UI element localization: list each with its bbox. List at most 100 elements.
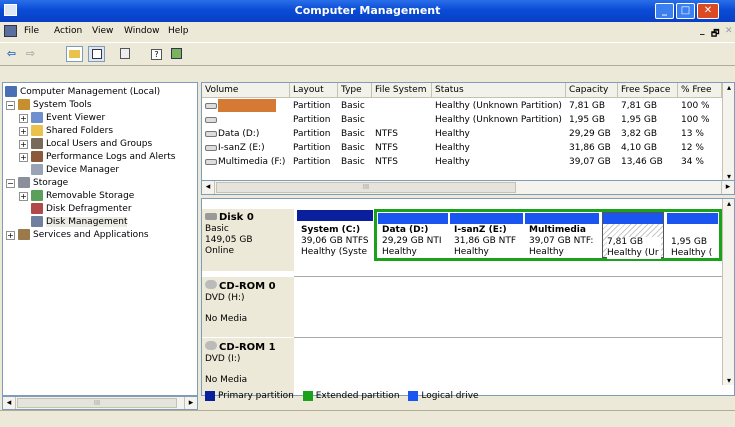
minimize-button[interactable]: _ [655, 3, 674, 19]
drive-icon [205, 144, 217, 151]
partition-i-sanz-e[interactable]: I-sanZ (E:) 31,86 GB NTF Healthy [449, 212, 524, 258]
cdrom-1-label[interactable]: CD-ROM 1 DVD (I:) No Media [202, 337, 294, 395]
scroll-up-icon[interactable]: ▴ [723, 199, 734, 208]
storage-icon [18, 177, 30, 188]
scroll-right-icon[interactable]: ▸ [184, 397, 197, 409]
tree-label: Computer Management (Local) [20, 87, 161, 97]
shared-folder-icon [31, 125, 43, 136]
drive-icon [205, 130, 217, 137]
partition-multimedia-f[interactable]: Multimedia 39,07 GB NTF: Healthy [524, 212, 600, 258]
menu-view[interactable]: View [92, 26, 113, 36]
mmc-icon[interactable] [4, 25, 17, 37]
column-header-volume[interactable]: Volume [202, 83, 290, 98]
up-folder-icon[interactable] [66, 46, 83, 62]
tree-item-disk-management[interactable]: Disk Management [31, 216, 128, 229]
swatch [205, 390, 215, 401]
scroll-left-icon[interactable]: ◂ [3, 397, 16, 409]
partition-system-c[interactable]: System (C:) 39,06 GB NTFS Healthy (Syste [296, 209, 374, 261]
column-header-type[interactable]: Type [338, 83, 372, 98]
forward-arrow-icon[interactable]: ⇨ [22, 46, 39, 62]
show-tree-icon[interactable] [88, 46, 105, 62]
collapse-icon[interactable]: − [6, 101, 15, 110]
doc-restore-button[interactable]: 🗗 [711, 26, 719, 42]
disk-management-icon [31, 216, 43, 227]
expand-icon[interactable]: + [19, 114, 28, 123]
performance-icon [31, 151, 43, 162]
doc-minimize-button[interactable]: _ [700, 26, 705, 36]
column-header-status[interactable]: Status [432, 83, 566, 98]
tree-item-event-viewer[interactable]: + Event Viewer [19, 112, 105, 125]
column-header-free-space[interactable]: Free Space [618, 83, 678, 98]
removable-storage-icon [31, 190, 43, 201]
scroll-thumb[interactable]: III [17, 398, 177, 408]
collapse-icon[interactable]: − [6, 179, 15, 188]
table-row[interactable]: Data (D:) Partition Basic NTFS Healthy 2… [202, 127, 722, 141]
volume-list-vertical-scrollbar[interactable]: ▴ ▾ [722, 83, 734, 181]
table-row[interactable]: I-sanZ (E:) Partition Basic NTFS Healthy… [202, 141, 722, 155]
volume-list-horizontal-scrollbar[interactable]: ◂ III ▸ [201, 180, 735, 195]
tree-item-storage[interactable]: − Storage [6, 177, 68, 190]
column-header-capacity[interactable]: Capacity [566, 83, 618, 98]
scroll-down-icon[interactable]: ▾ [723, 376, 734, 385]
expand-icon[interactable]: + [19, 192, 28, 201]
partition-unknown-1-95gb[interactable]: 1,95 GB Healthy ( [666, 212, 719, 258]
scroll-up-icon[interactable]: ▴ [723, 83, 734, 92]
tree-item-local-users[interactable]: + Local Users and Groups [19, 138, 152, 151]
menu-file[interactable]: File [24, 26, 39, 36]
swatch [408, 390, 419, 401]
users-icon [31, 138, 43, 149]
tree-item-shared-folders[interactable]: + Shared Folders [19, 125, 113, 138]
partition-data-d[interactable]: Data (D:) 29,29 GB NTI Healthy [377, 212, 449, 258]
table-row[interactable]: Partition Basic Healthy (Unknown Partiti… [202, 113, 722, 127]
defragmenter-icon [31, 203, 43, 214]
volume-list: Volume Layout Type File System Status Ca… [201, 82, 735, 195]
column-header-percent-free[interactable]: % Free [678, 83, 722, 98]
tree-item-disk-defragmenter[interactable]: Disk Defragmenter [31, 203, 132, 216]
column-header-layout[interactable]: Layout [290, 83, 338, 98]
drive-icon [205, 116, 217, 123]
tree-item-performance-logs[interactable]: + Performance Logs and Alerts [19, 151, 175, 164]
scroll-thumb[interactable]: III [216, 182, 516, 193]
expand-icon[interactable]: + [19, 153, 28, 162]
cdrom-0-label[interactable]: CD-ROM 0 DVD (H:) No Media [202, 276, 294, 344]
legend-extended: Extended partition [302, 390, 400, 401]
scroll-right-icon[interactable]: ▸ [721, 181, 734, 194]
export-list-icon[interactable] [168, 46, 185, 62]
doc-close-button[interactable]: ✕ [725, 26, 733, 36]
tree-item-removable-storage[interactable]: + Removable Storage [19, 190, 134, 203]
disk-legend: Primary partition Extended partition Log… [201, 390, 735, 404]
expand-icon[interactable]: + [6, 231, 15, 240]
tree-root[interactable]: Computer Management (Local) [5, 86, 160, 99]
help-icon[interactable]: ? [148, 46, 165, 62]
swatch [302, 390, 313, 401]
disk-graphical-view: Disk 0 Basic 149,05 GB Online System (C:… [201, 198, 735, 396]
properties-icon[interactable] [116, 46, 133, 62]
disk-0-label[interactable]: Disk 0 Basic 149,05 GB Online [202, 209, 294, 271]
status-bar [0, 410, 735, 427]
tree-item-system-tools[interactable]: − System Tools [6, 99, 92, 112]
expand-icon[interactable]: + [19, 127, 28, 136]
legend-primary: Primary partition [205, 390, 294, 401]
partition-unknown-7-81gb[interactable]: 7,81 GB Healthy (Ur [602, 212, 664, 259]
disk-icon [205, 213, 217, 220]
tree-item-services-applications[interactable]: + Services and Applications [6, 229, 149, 242]
menu-action[interactable]: Action [54, 26, 82, 36]
disk-view-vertical-scrollbar[interactable]: ▴ ▾ [722, 199, 734, 385]
drive-icon [205, 102, 217, 109]
scroll-left-icon[interactable]: ◂ [202, 181, 215, 194]
drive-icon [205, 158, 217, 165]
console-tree: Computer Management (Local) − System Too… [2, 82, 198, 396]
back-arrow-icon[interactable]: ⇦ [3, 46, 20, 62]
window-title: Computer Management [294, 4, 441, 17]
menu-window[interactable]: Window [124, 26, 160, 36]
maximize-button[interactable]: □ [676, 3, 695, 19]
column-header-file-system[interactable]: File System [372, 83, 432, 98]
tree-item-device-manager[interactable]: Device Manager [31, 164, 119, 177]
table-row[interactable]: Multimedia (F:) Partition Basic NTFS Hea… [202, 155, 722, 169]
tree-horizontal-scrollbar[interactable]: ◂ III ▸ [2, 396, 198, 410]
table-row[interactable]: Partition Basic Healthy (Unknown Partiti… [202, 99, 722, 113]
menu-bar: File Action View Window Help _ 🗗 ✕ [0, 22, 735, 42]
expand-icon[interactable]: + [19, 140, 28, 149]
close-button[interactable]: ✕ [697, 3, 719, 19]
menu-help[interactable]: Help [168, 26, 189, 36]
